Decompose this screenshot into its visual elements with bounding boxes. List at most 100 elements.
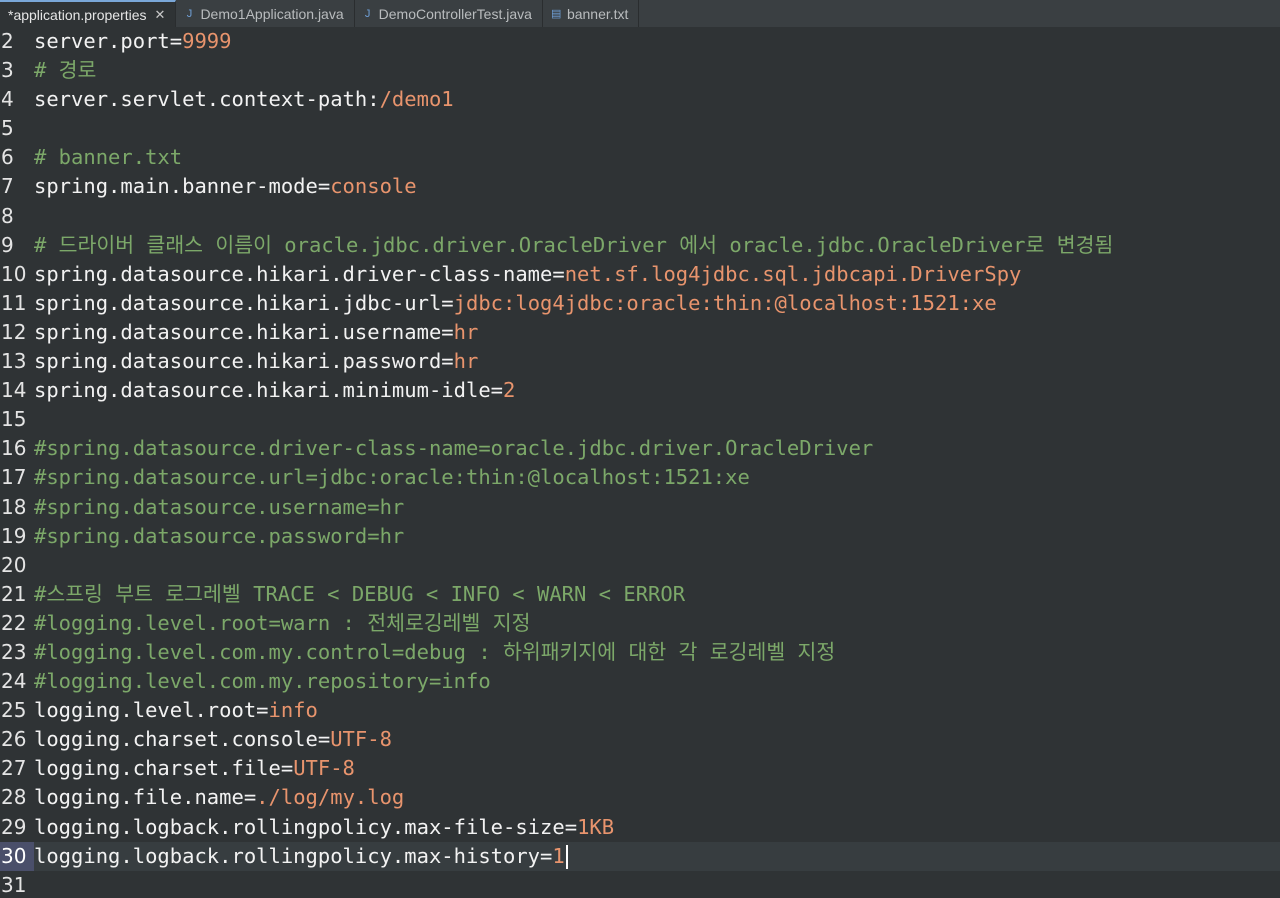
- code-line[interactable]: 22 #logging.level.root=warn : 전체로깅레벨 지정: [0, 609, 1280, 638]
- comment: #spring.datasource.url=jdbc:oracle:thin:…: [34, 465, 750, 490]
- property-key: spring.datasource.hikari.jdbc-url=: [34, 290, 454, 315]
- close-tab-icon[interactable]: ✕: [155, 7, 166, 23]
- editor-tab-label: DemoControllerTest.java: [378, 5, 532, 22]
- property-key: server.port=: [34, 29, 183, 53]
- line-number: 14: [1, 378, 27, 403]
- code-line[interactable]: 29 logging.logback.rollingpolicy.max-file…: [0, 813, 1280, 842]
- code-editor[interactable]: 2 server.port=9999 3 # 경로 4 server.servlet.co…: [0, 27, 1280, 898]
- line-number: 21: [1, 581, 27, 606]
- line-number: 19: [1, 523, 27, 548]
- code-line[interactable]: 6 # banner.txt: [0, 143, 1280, 172]
- property-key: logging.level.root=: [34, 698, 269, 723]
- editor-tab[interactable]: ▤ banner.txt: [543, 0, 640, 27]
- property-key: logging.charset.console=: [34, 727, 331, 752]
- property-value: info: [268, 698, 318, 723]
- property-value: jdbc:log4jdbc:oracle:thin:@localhost:152…: [453, 290, 997, 315]
- code-line[interactable]: 28 logging.file.name=./log/my.log: [0, 783, 1280, 812]
- code-line[interactable]: 2 server.port=9999: [0, 27, 1280, 56]
- property-value: UTF-8: [330, 727, 392, 752]
- code-line[interactable]: 27 logging.charset.file=UTF-8: [0, 754, 1280, 783]
- comment: # 드라이버 클래스 이름이 oracle.jdbc.driver.Oracle…: [34, 232, 1114, 257]
- editor-tab[interactable]: *application.properties ✕: [0, 0, 177, 27]
- java-file-icon: J: [364, 7, 371, 20]
- code-line[interactable]: 5: [0, 114, 1280, 143]
- code-line[interactable]: 20: [0, 551, 1280, 580]
- line-number: 12: [1, 319, 27, 344]
- property-value: UTF-8: [293, 756, 355, 781]
- editor-tab-bar: *application.properties ✕ J Demo1Applicatio…: [0, 0, 1280, 28]
- comment: #spring.datasource.username=hr: [34, 494, 405, 519]
- line-number: 11: [1, 290, 27, 315]
- text-file-icon: ▤: [550, 8, 562, 20]
- code-line[interactable]: 9 # 드라이버 클래스 이름이 oracle.jdbc.driver.Oracl…: [0, 231, 1280, 260]
- comment: # 경로: [34, 58, 97, 83]
- code-line[interactable]: 14 spring.datasource.hikari.minimum-idle=…: [0, 376, 1280, 405]
- property-value: 1KB: [577, 814, 615, 839]
- line-number: 8: [1, 203, 14, 228]
- property-value: ./log/my.log: [256, 785, 405, 810]
- code-line[interactable]: 13 spring.datasource.hikari.password=hr: [0, 347, 1280, 376]
- line-number: 4: [1, 87, 14, 112]
- code-line[interactable]: 18 #spring.datasource.username=hr: [0, 493, 1280, 522]
- property-key: spring.datasource.hikari.username=: [34, 319, 454, 344]
- line-number: 17: [1, 465, 27, 490]
- code-line[interactable]: 11 spring.datasource.hikari.jdbc-url=jdbc…: [0, 289, 1280, 318]
- line-number: 10: [1, 261, 27, 286]
- comment: #스프링 부트 로그레벨 TRACE < DEBUG < INFO < WARN…: [34, 581, 686, 606]
- code-line[interactable]: 15: [0, 405, 1280, 434]
- comment: #logging.level.root=warn : 전체로깅레벨 지정: [34, 610, 531, 635]
- line-number: 20: [1, 552, 27, 577]
- property-value: console: [330, 174, 417, 199]
- line-number: 24: [1, 669, 27, 694]
- code-line[interactable]: 19 #spring.datasource.password=hr: [0, 522, 1280, 551]
- editor-tab-label: banner.txt: [566, 5, 629, 22]
- property-key: logging.file.name=: [34, 785, 257, 810]
- comment: #logging.level.com.my.repository=info: [34, 669, 491, 694]
- current-code-line[interactable]: 30 logging.logback.rollingpolicy.max-hist…: [0, 841, 1280, 871]
- code-line[interactable]: 23 #logging.level.com.my.control=debug : …: [0, 638, 1280, 667]
- line-number: 5: [1, 116, 14, 141]
- code-line[interactable]: 17 #spring.datasource.url=jdbc:oracle:thi…: [0, 463, 1280, 492]
- code-line[interactable]: 25 logging.level.root=info: [0, 696, 1280, 725]
- line-number: 23: [1, 639, 27, 664]
- line-number: 6: [1, 145, 14, 170]
- property-key: server.servlet.context-path:: [34, 87, 380, 112]
- property-key: spring.datasource.hikari.password=: [34, 349, 454, 374]
- line-number: 9: [1, 232, 14, 257]
- code-line[interactable]: 26 logging.charset.console=UTF-8: [0, 725, 1280, 754]
- line-number: 22: [1, 610, 27, 635]
- text-cursor: [565, 844, 568, 869]
- property-key: logging.charset.file=: [34, 756, 294, 781]
- line-number: 7: [1, 174, 14, 199]
- line-number: 18: [1, 494, 27, 519]
- editor-tab[interactable]: J DemoControllerTest.java: [355, 0, 543, 27]
- line-number: 26: [1, 727, 27, 752]
- code-line[interactable]: 21 #스프링 부트 로그레벨 TRACE < DEBUG < INFO < WA…: [0, 580, 1280, 609]
- line-number: 16: [1, 436, 27, 461]
- code-line[interactable]: 4 server.servlet.context-path:/demo1: [0, 85, 1280, 114]
- java-file-icon: J: [186, 7, 193, 20]
- line-number: 28: [1, 785, 27, 810]
- code-line[interactable]: 12 spring.datasource.hikari.username=hr: [0, 318, 1280, 347]
- property-value: /demo1: [379, 87, 454, 112]
- code-line[interactable]: 24 #logging.level.com.my.repository=info: [0, 667, 1280, 696]
- line-number: 13: [1, 349, 27, 374]
- editor-tab-label: *application.properties: [8, 6, 147, 23]
- code-line[interactable]: 31: [0, 871, 1280, 898]
- line-number: 27: [1, 756, 27, 781]
- line-number: 15: [1, 407, 27, 432]
- code-line[interactable]: 3 # 경로: [0, 56, 1280, 85]
- comment: #spring.datasource.driver-class-name=ora…: [34, 436, 874, 461]
- editor-tab[interactable]: J Demo1Application.java: [176, 0, 355, 27]
- property-key: spring.main.banner-mode=: [34, 174, 331, 199]
- property-value: hr: [453, 319, 479, 344]
- code-line[interactable]: 16 #spring.datasource.driver-class-name=o…: [0, 434, 1280, 463]
- comment: #logging.level.com.my.control=debug : 하위…: [34, 639, 836, 664]
- code-line[interactable]: 8: [0, 202, 1280, 231]
- property-value: 1: [552, 843, 565, 868]
- property-key: logging.logback.rollingpolicy.max-file-s…: [34, 814, 578, 839]
- line-number: 31: [1, 872, 27, 897]
- code-line[interactable]: 7 spring.main.banner-mode=console: [0, 172, 1280, 201]
- code-line[interactable]: 10 spring.datasource.hikari.driver-class-…: [0, 260, 1280, 289]
- property-value: hr: [453, 349, 479, 374]
